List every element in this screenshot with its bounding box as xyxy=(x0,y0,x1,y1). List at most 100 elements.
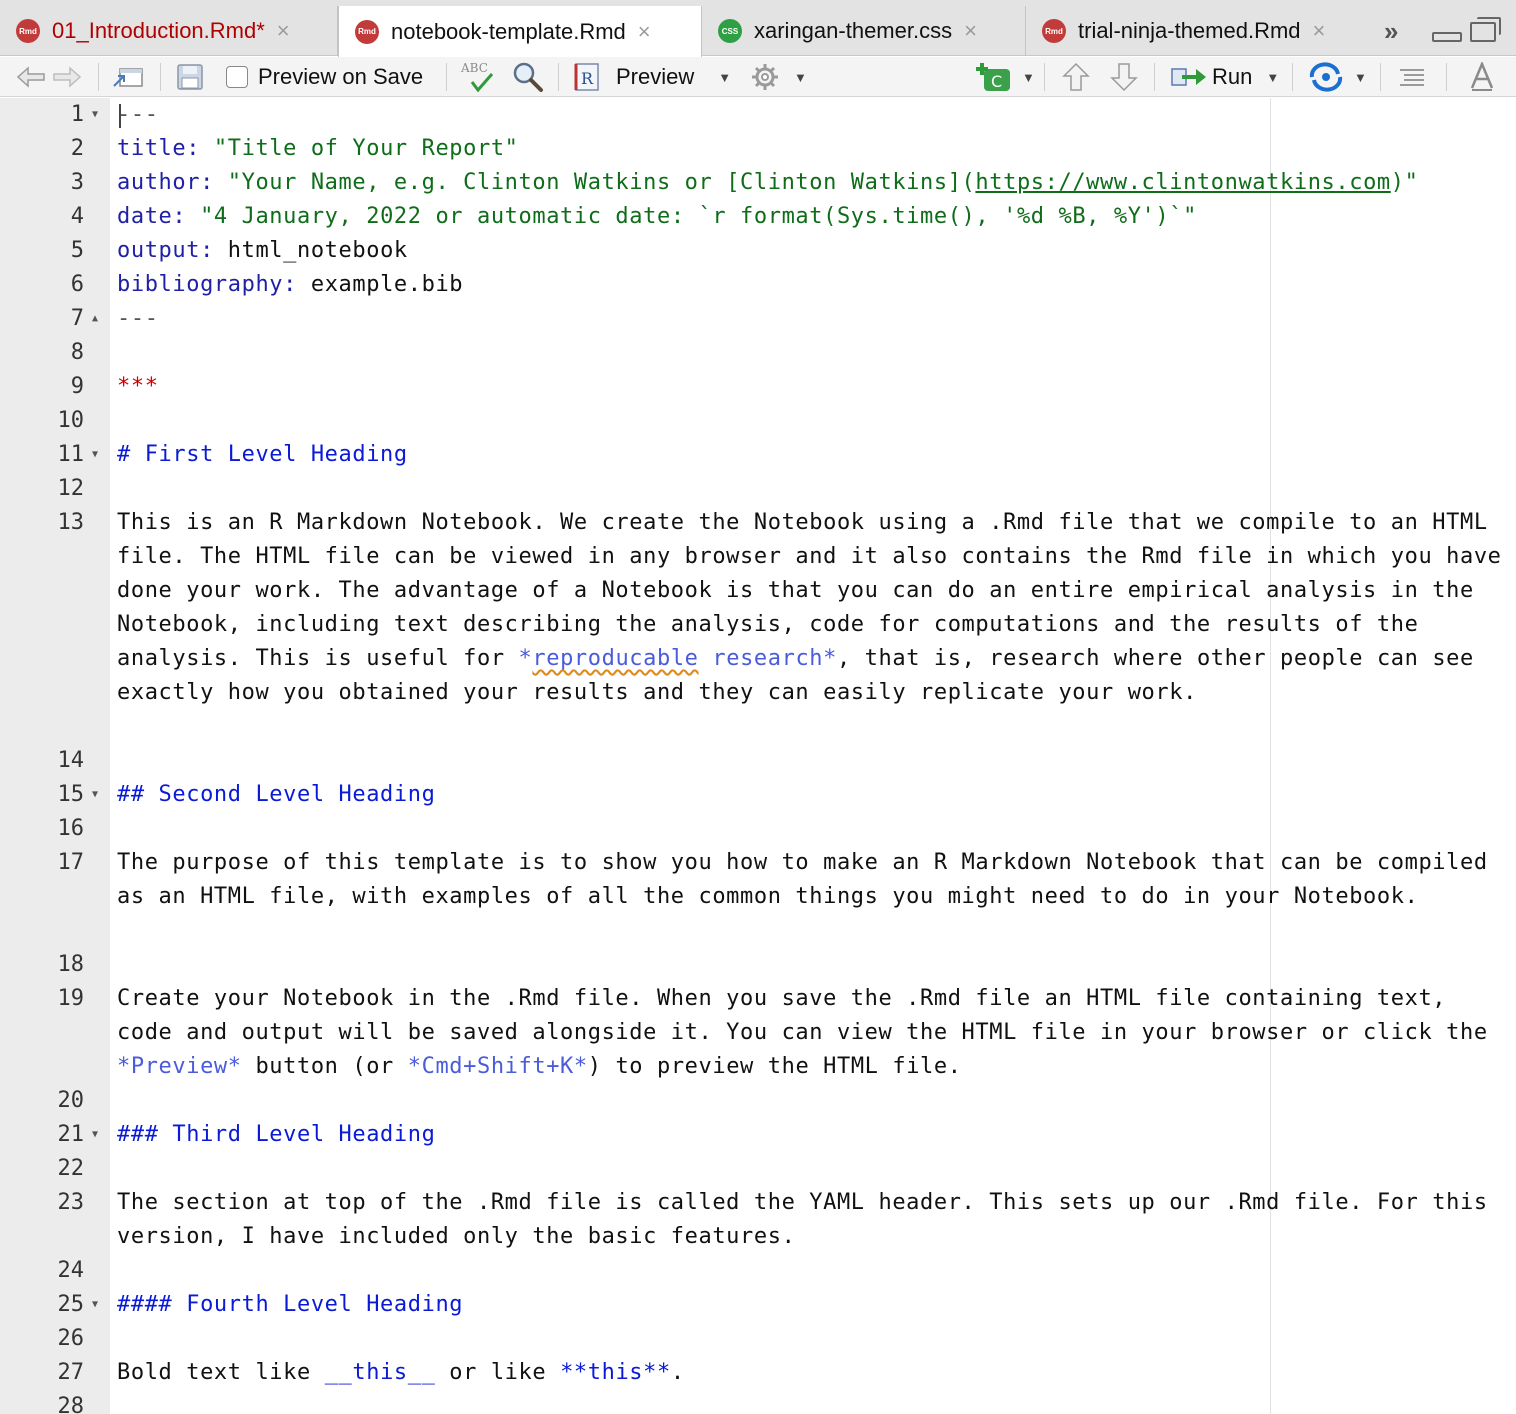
line-number: 21 xyxy=(57,1122,85,1147)
chevron-down-icon[interactable]: ▼ xyxy=(1022,70,1035,85)
line-text: date: "4 January, 2022 or automatic date… xyxy=(117,200,1507,234)
line-text: title: "Title of Your Report" xyxy=(117,132,1507,166)
line-number: 2 xyxy=(70,136,84,161)
line-number: 22 xyxy=(57,1156,85,1181)
editor-line: 17 The purpose of this template is to sh… xyxy=(0,846,1516,948)
line-number: 11 xyxy=(57,442,85,467)
previous-chunk-icon[interactable] xyxy=(1062,57,1090,97)
close-icon[interactable]: × xyxy=(964,18,977,44)
editor-tab-bar: Rmd 01_Introduction.Rmd* × Rmd notebook-… xyxy=(0,0,1516,57)
maximize-pane-icon[interactable] xyxy=(1470,17,1501,42)
close-icon[interactable]: × xyxy=(1313,18,1326,44)
text-run: Bold text like xyxy=(117,1360,325,1385)
paragraph-text: The section at top of the .Rmd file is c… xyxy=(117,1190,1502,1249)
fold-close-icon[interactable]: ▲ xyxy=(92,302,98,336)
yaml-key: author: xyxy=(117,170,214,195)
heading-markup: #### Fourth Level Heading xyxy=(117,1292,464,1317)
line-number: 19 xyxy=(57,986,85,1011)
editor-line: 1 ▼ --- xyxy=(0,98,1516,132)
bold-markup: **this** xyxy=(560,1360,671,1385)
settings-menu-button[interactable]: ▼ xyxy=(750,57,807,97)
heading-markup: ## Second Level Heading xyxy=(117,782,436,807)
url-link[interactable]: https://www.clintonwatkins.com xyxy=(975,170,1390,195)
fold-open-icon[interactable]: ▼ xyxy=(92,778,98,812)
document-outline-icon[interactable] xyxy=(1398,57,1426,97)
insert-chunk-button[interactable]: C ▼ xyxy=(974,57,1035,97)
line-number: 27 xyxy=(57,1360,85,1385)
find-replace-icon[interactable] xyxy=(512,57,544,97)
line-number: 8 xyxy=(70,340,84,365)
tab-xaringan-themer[interactable]: CSS xaringan-themer.css × xyxy=(702,6,1026,56)
line-number: 18 xyxy=(57,952,85,977)
editor-line: 5 output: html_notebook xyxy=(0,234,1516,268)
editor-line: 27 Bold text like __this__ or like **thi… xyxy=(0,1356,1516,1390)
fold-open-icon[interactable]: ▼ xyxy=(92,1288,98,1322)
preview-on-save-checkbox[interactable]: Preview on Save xyxy=(226,57,423,97)
fold-open-icon[interactable]: ▼ xyxy=(92,438,98,472)
editor-line: 12 xyxy=(0,472,1516,506)
emphasis-markup: *Cmd+Shift+K* xyxy=(407,1054,588,1079)
yaml-string: "4 January, 2022 or automatic date: `r f… xyxy=(186,204,1197,229)
minimize-pane-icon[interactable] xyxy=(1432,32,1462,42)
misspelled-word[interactable]: reproducable xyxy=(532,646,698,671)
tab-notebook-template[interactable]: Rmd notebook-template.Rmd × xyxy=(338,6,702,57)
close-icon[interactable]: × xyxy=(638,19,651,45)
editor-line: 23 The section at top of the .Rmd file i… xyxy=(0,1186,1516,1254)
next-chunk-icon[interactable] xyxy=(1110,57,1138,97)
text-run: button (or xyxy=(241,1054,408,1079)
tab-trial-ninja-themed[interactable]: Rmd trial-ninja-themed.Rmd × xyxy=(1026,6,1376,56)
preview-on-save-label: Preview on Save xyxy=(258,64,424,89)
checkbox-icon[interactable] xyxy=(226,66,248,88)
editor-line: 8 xyxy=(0,336,1516,370)
close-icon[interactable]: × xyxy=(277,18,290,44)
line-number: 1 xyxy=(70,102,84,127)
text-run: . xyxy=(670,1360,685,1385)
tab-label: 01_Introduction.Rmd* xyxy=(52,18,265,43)
paragraph-text: This is an R Markdown Notebook. We creat… xyxy=(117,506,1507,710)
spellcheck-icon[interactable]: ABC xyxy=(460,57,498,97)
line-number: 7 xyxy=(70,306,84,331)
rmd-file-icon: Rmd xyxy=(16,19,40,43)
rerun-chunks-button[interactable]: ▼ xyxy=(1308,57,1367,97)
line-number: 16 xyxy=(57,816,85,841)
chevron-down-icon[interactable]: ▼ xyxy=(718,70,731,85)
text-cursor xyxy=(119,104,121,128)
chevron-down-icon[interactable]: ▼ xyxy=(1354,70,1367,85)
tab-label: trial-ninja-themed.Rmd xyxy=(1078,18,1301,43)
line-number: 17 xyxy=(57,850,85,875)
visual-editor-icon[interactable] xyxy=(1468,57,1496,97)
editor-line: 20 xyxy=(0,1084,1516,1118)
yaml-string: "Your Name, e.g. Clinton Watkins or [Cli… xyxy=(213,170,976,195)
line-number: 15 xyxy=(57,782,85,807)
save-icon[interactable] xyxy=(176,57,204,97)
editor-line: 14 xyxy=(0,744,1516,778)
line-number: 28 xyxy=(57,1394,85,1414)
paragraph-text: The purpose of this template is to show … xyxy=(117,850,1502,909)
bold-markup: __this__ xyxy=(324,1360,436,1385)
yaml-string: )" xyxy=(1390,170,1419,195)
editor-line: 13 This is an R Markdown Notebook. We cr… xyxy=(0,506,1516,744)
line-number: 10 xyxy=(57,408,85,433)
forward-icon[interactable] xyxy=(52,57,82,97)
fold-open-icon[interactable]: ▼ xyxy=(92,98,98,132)
preview-label: Preview xyxy=(616,64,695,89)
show-in-new-window-icon[interactable] xyxy=(112,57,144,97)
editor-line: 21 ▼ ### Third Level Heading xyxy=(0,1118,1516,1152)
yaml-string: "Title of Your Report" xyxy=(200,136,519,161)
run-button[interactable]: Run ▼ xyxy=(1170,57,1279,97)
rmd-file-icon: Rmd xyxy=(355,19,379,44)
chevron-down-icon[interactable]: ▼ xyxy=(794,70,807,85)
tab-overflow-icon[interactable]: » xyxy=(1384,16,1398,47)
source-editor[interactable]: 1 ▼ --- 2 title: "Title of Your Report" … xyxy=(0,98,1516,1414)
chevron-down-icon[interactable]: ▼ xyxy=(1266,70,1279,85)
fold-open-icon[interactable]: ▼ xyxy=(92,1118,98,1152)
tab-01-introduction[interactable]: Rmd 01_Introduction.Rmd* × xyxy=(0,6,338,56)
line-number: 25 xyxy=(57,1292,85,1317)
back-icon[interactable] xyxy=(16,57,46,97)
yaml-value: html_notebook xyxy=(213,238,408,263)
editor-line: 25 ▼ #### Fourth Level Heading xyxy=(0,1288,1516,1322)
knit-preview-button[interactable]: R Preview ▼ xyxy=(572,57,731,97)
yaml-delimiter: --- xyxy=(117,102,159,127)
editor-line: 4 date: "4 January, 2022 or automatic da… xyxy=(0,200,1516,234)
text-run: ) to preview the HTML file. xyxy=(587,1054,962,1079)
